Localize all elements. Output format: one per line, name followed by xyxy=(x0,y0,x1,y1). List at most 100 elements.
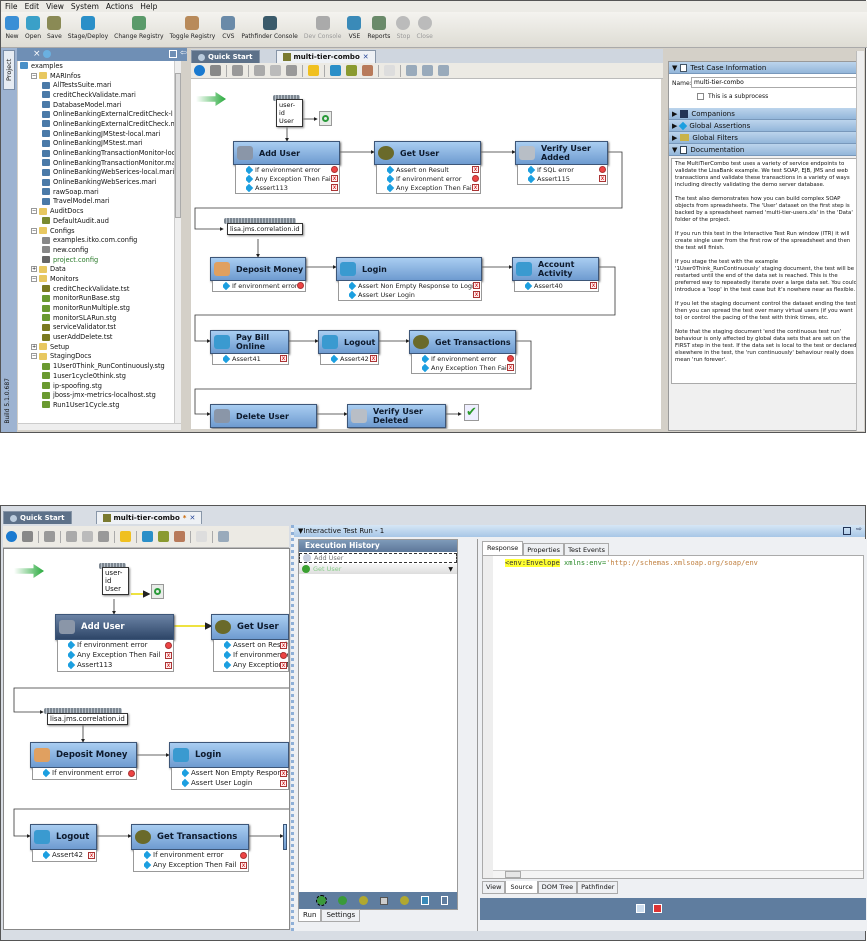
tree-item[interactable]: + Setup xyxy=(18,342,181,352)
tab-run[interactable]: Run xyxy=(298,909,322,922)
section-global-filters[interactable]: ▶ Global Filters xyxy=(669,132,863,144)
assertion-item[interactable]: If environment error xyxy=(387,174,480,183)
options-icon[interactable] xyxy=(441,896,448,905)
tree-item[interactable]: monitorRunBase.stg xyxy=(18,294,181,304)
gear-icon[interactable] xyxy=(142,531,153,542)
step-get-transactions[interactable]: Get Transactions xyxy=(409,330,516,354)
tree-item[interactable]: project.config xyxy=(18,255,181,265)
expand-toggle-icon[interactable]: − xyxy=(31,72,37,79)
save-response-icon[interactable] xyxy=(636,904,645,913)
history-item[interactable]: Add User xyxy=(299,553,457,563)
tree-item[interactable]: OnlineBankingTransactionMonitor.ma xyxy=(18,158,181,168)
subprocess-checkbox[interactable] xyxy=(697,93,704,100)
tree-item[interactable]: creditCheckValidate.tst xyxy=(18,284,181,294)
deploy-icon[interactable] xyxy=(362,65,373,76)
back-icon[interactable] xyxy=(44,531,55,542)
step-add-user[interactable]: Add User xyxy=(233,141,340,165)
tree-item[interactable]: OnlineBankingWebSerices-local.mari xyxy=(18,168,181,178)
run-icon[interactable] xyxy=(338,896,347,905)
close-button[interactable]: Close xyxy=(416,12,433,40)
add-step-icon[interactable] xyxy=(6,531,17,542)
tab-quick-start[interactable]: Quick Start xyxy=(191,50,260,63)
zoom-icon[interactable] xyxy=(406,65,417,76)
step-verify-user-deleted[interactable]: Verify User Deleted xyxy=(347,404,446,428)
back-icon[interactable] xyxy=(232,65,243,76)
close-tab-icon[interactable]: ✕ xyxy=(363,53,369,61)
assertion-item[interactable]: Any Exception Then Failx xyxy=(422,363,515,372)
step-logout[interactable]: Logout xyxy=(318,330,379,354)
maximize-icon[interactable] xyxy=(843,527,851,535)
tree-item[interactable]: + Data xyxy=(18,264,181,274)
menu-help[interactable]: Help xyxy=(140,2,157,11)
cut-icon[interactable] xyxy=(66,531,77,542)
assertion-item[interactable]: Assert41 x xyxy=(223,354,288,363)
save-button[interactable]: Save xyxy=(47,12,62,40)
expand-toggle-icon[interactable]: + xyxy=(31,343,37,350)
tree-item[interactable]: − StagingDocs xyxy=(18,352,181,362)
tree-item[interactable]: jboss-jmx-metrics-localhost.stg xyxy=(18,390,181,400)
tab-multi-tier-combo[interactable]: multi-tier-combo ✕ xyxy=(275,50,376,63)
dataset-correlation[interactable]: lisa.jms.correlation.id xyxy=(47,713,128,725)
assertion-item[interactable]: Assert User Login x xyxy=(182,778,288,788)
step-delete-user[interactable]: Delete User xyxy=(210,404,317,428)
refresh-icon[interactable] xyxy=(43,50,51,58)
tree-item[interactable]: Run1User1Cycle.stg xyxy=(18,400,181,410)
zoom-icon[interactable] xyxy=(218,531,229,542)
paste-icon[interactable] xyxy=(286,65,297,76)
paste-icon[interactable] xyxy=(98,531,109,542)
tree-item[interactable]: AllTestsSuite.mari xyxy=(18,80,181,90)
assertion-item[interactable]: If environment error xyxy=(223,281,305,290)
tab-pathfinder[interactable]: Pathfinder xyxy=(577,881,619,894)
menu-view[interactable]: View xyxy=(46,2,64,11)
tree-item[interactable]: 1user1cycle0think.stg xyxy=(18,371,181,381)
tree-item[interactable]: OnlineBankingExternalCreditCheck-l xyxy=(18,109,181,119)
tree-item[interactable]: − MARInfos xyxy=(18,71,181,81)
tree-scrollbar[interactable] xyxy=(174,61,181,423)
tree-item[interactable]: monitorRunMultiple.stg xyxy=(18,303,181,313)
step-login[interactable]: Login xyxy=(169,742,289,768)
step-deposit-money[interactable]: Deposit Money xyxy=(210,257,306,281)
hscrollbar[interactable] xyxy=(493,870,863,878)
assertion-item[interactable]: Assert42 x xyxy=(331,354,378,363)
tree-hscrollbar[interactable] xyxy=(18,423,181,430)
tree-item[interactable]: examples.itko.com.config xyxy=(18,235,181,245)
assertion-item[interactable]: Assert on Result x xyxy=(387,165,480,174)
expand-toggle-icon[interactable]: − xyxy=(31,227,37,234)
step-logout[interactable]: Logout xyxy=(30,824,97,850)
tab-source[interactable]: Source xyxy=(505,881,538,894)
tree-item[interactable]: userAddDelete.tst xyxy=(18,332,181,342)
close-tab-icon[interactable]: ✕ xyxy=(189,514,195,522)
dataset-user[interactable]: user-id User xyxy=(102,567,129,595)
step-verify-user-added[interactable]: Verify User Added xyxy=(515,141,608,165)
step-login[interactable]: Login xyxy=(336,257,482,281)
assertion-item[interactable]: Any Exception Then Failx xyxy=(68,650,173,660)
tree-item[interactable]: creditCheckValidate.mari xyxy=(18,90,181,100)
assertion-item[interactable]: If environment error xyxy=(68,640,173,650)
assertion-item[interactable]: Any Exception Then Failx xyxy=(224,660,288,670)
step-deposit-money[interactable]: Deposit Money xyxy=(30,742,137,768)
expand-toggle-icon[interactable]: − xyxy=(31,275,37,282)
assertion-item[interactable]: Any Exception Then Failx xyxy=(144,860,248,870)
tree-item[interactable]: monitorSLARun.stg xyxy=(18,313,181,323)
tree-item[interactable]: rawSoap.mari xyxy=(18,187,181,197)
assertion-item[interactable]: Assert113 x xyxy=(68,660,173,670)
tree-item[interactable]: OnlineBankingJMStest-local.mari xyxy=(18,129,181,139)
assertion-item[interactable]: If SQL error xyxy=(528,165,607,174)
assertion-item[interactable]: Assert Non Empty Response to Loginx xyxy=(349,281,481,290)
step-add-user[interactable]: Add User xyxy=(55,614,174,640)
menu-file[interactable]: File xyxy=(5,2,18,11)
new-button[interactable]: New xyxy=(5,12,19,40)
tree-item[interactable]: 1User0Think_RunContinuously.stg xyxy=(18,361,181,371)
step-pay-bill-online[interactable]: Pay Bill Online xyxy=(210,330,289,354)
expand-toggle-icon[interactable]: − xyxy=(31,353,37,360)
history-item[interactable]: Get User ▼ xyxy=(299,564,457,574)
section-companions[interactable]: ▶ Companions xyxy=(669,108,863,120)
tree-item[interactable]: − Monitors xyxy=(18,274,181,284)
stage-icon[interactable] xyxy=(158,531,169,542)
assertion-item[interactable]: Any Exception Then Failx xyxy=(387,183,480,192)
minimize-arrow-icon[interactable]: ⇨ xyxy=(856,525,862,533)
step-get-user[interactable]: Get User xyxy=(374,141,481,165)
step-account-activity[interactable]: Account Activity xyxy=(512,257,599,281)
deploy-icon[interactable] xyxy=(174,531,185,542)
change-registry-button[interactable]: Change Registry xyxy=(114,12,164,40)
